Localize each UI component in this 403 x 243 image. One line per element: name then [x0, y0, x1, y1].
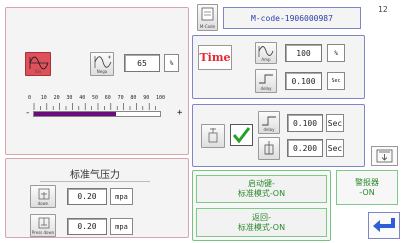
scale-label: 60 — [104, 95, 111, 101]
document-icon — [201, 7, 214, 21]
scale-label: 30 — [66, 95, 73, 101]
slider-minus-label: - — [25, 108, 31, 118]
alarm-button[interactable]: 警报器 -ON — [336, 170, 398, 205]
press-down-field[interactable]: 0.20 — [67, 218, 107, 235]
scale-label: 0 — [28, 95, 32, 101]
amplitude-button[interactable]: Amp — [255, 42, 277, 64]
down-pressure-field[interactable]: 0.20 — [67, 188, 107, 205]
wave-panel — [5, 7, 189, 155]
step-delay-icon — [259, 74, 273, 84]
press-down-caption: Press down — [31, 230, 55, 235]
delay-two-button[interactable] — [258, 137, 280, 160]
press-down-button[interactable]: Press down — [30, 214, 56, 237]
negative-wave-caption: Nega — [96, 69, 108, 74]
scale-label: 20 — [53, 95, 60, 101]
wave-unit-label: % — [164, 54, 179, 72]
return-mode-line1: 返回- — [252, 212, 271, 222]
cylinder-icon — [38, 188, 50, 200]
delay-two-unit: Sec — [326, 139, 344, 157]
return-mode-button[interactable]: 返回- 标准模式-ON — [196, 208, 327, 237]
alarm-line1: 警报器 — [355, 177, 379, 187]
m-code-caption: M-Code — [199, 24, 216, 29]
amplitude-caption: Amp — [261, 57, 271, 62]
press-cylinder-icon — [38, 217, 50, 229]
valve-icon — [208, 128, 218, 143]
down-pressure-button[interactable]: down — [30, 185, 56, 208]
download-icon — [376, 149, 393, 163]
sine-wave-caption: Sin — [34, 69, 42, 74]
start-key-line2: 标准模式-ON — [237, 189, 286, 198]
return-mode-line2: 标准模式-ON — [237, 222, 286, 232]
time-button[interactable]: Time — [198, 45, 232, 70]
scale-label: 10 — [40, 95, 47, 101]
page-number: 12 — [378, 5, 388, 14]
amplitude-field[interactable]: 100 — [285, 44, 322, 62]
negative-wave-icon — [94, 55, 112, 68]
return-arrow-icon — [373, 218, 395, 232]
delay-one-caption: delay — [263, 127, 275, 132]
scale-label: 100 — [156, 95, 166, 101]
wave-value-field[interactable]: 65 — [124, 54, 160, 72]
alarm-line2: -ON — [359, 187, 375, 197]
scale-label: 40 — [79, 95, 86, 101]
cylinder-delay-icon — [264, 141, 274, 155]
slider-track[interactable] — [33, 111, 161, 117]
time-delay-field[interactable]: 0.100 — [285, 72, 322, 90]
time-delay-button[interactable]: delay — [255, 69, 277, 93]
slider-plus-label: + — [177, 108, 183, 118]
amplitude-unit: % — [327, 44, 345, 62]
valve-button[interactable] — [201, 124, 225, 148]
delay-one-button[interactable]: delay — [258, 111, 280, 134]
m-code-field: M-code-1906000987 — [223, 7, 361, 29]
checkmark-icon — [232, 127, 251, 144]
scale-label: 50 — [92, 95, 99, 101]
slider-scale: 0 10 20 30 40 50 60 70 80 90 100 — [28, 95, 165, 110]
pressure-divider — [40, 181, 150, 182]
time-delay-unit: Sec — [327, 72, 345, 90]
enable-checkbox[interactable] — [230, 124, 253, 146]
scale-ticks — [33, 103, 156, 110]
delay-one-field[interactable]: 0.100 — [287, 114, 323, 132]
pressure-title: 标准气压力 — [70, 170, 120, 181]
down-pressure-caption: down — [37, 201, 49, 206]
time-delay-caption: delay — [260, 86, 272, 91]
sine-wave-button[interactable]: Sin — [25, 52, 51, 76]
scale-label: 90 — [143, 95, 150, 101]
m-code-button[interactable]: M-Code — [197, 4, 218, 31]
negative-wave-button[interactable]: Nega — [90, 52, 114, 76]
scale-label: 80 — [130, 95, 137, 101]
down-pressure-unit: mpa — [110, 188, 133, 205]
delay-one-unit: Sec — [326, 114, 344, 132]
start-key-button[interactable]: 启动键- 标准模式-ON — [196, 175, 327, 203]
download-button[interactable] — [371, 146, 398, 166]
start-key-line1: 启动键- — [248, 179, 275, 188]
press-down-unit: mpa — [110, 218, 133, 235]
delay-two-field[interactable]: 0.200 — [287, 139, 323, 157]
time-label: Time — [199, 51, 231, 64]
scale-label: 70 — [117, 95, 124, 101]
m-code-label: M-code-1906000987 — [251, 13, 333, 23]
back-button[interactable] — [368, 212, 400, 239]
slider-fill — [34, 112, 116, 116]
